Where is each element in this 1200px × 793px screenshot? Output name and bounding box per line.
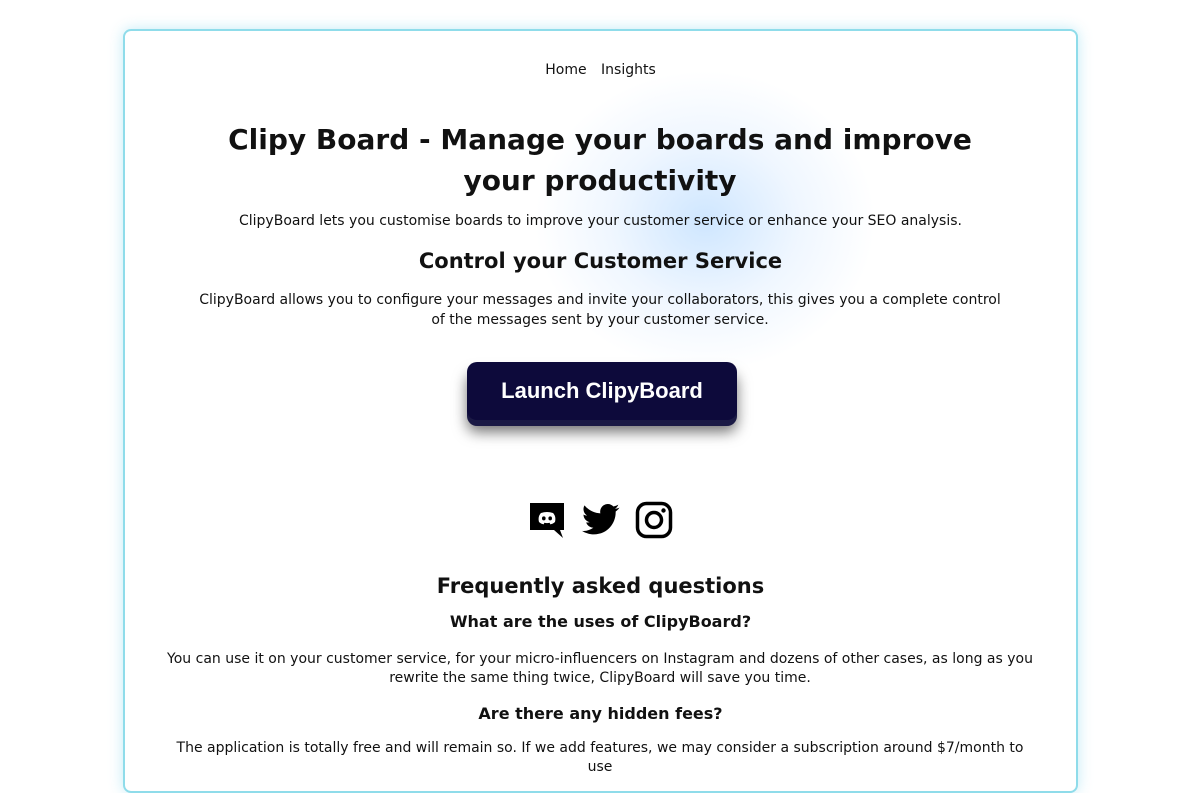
instagram-icon[interactable] [634,500,674,540]
section-text: ClipyBoard allows you to configure your … [199,292,1001,328]
nav-link-home[interactable]: Home [545,62,586,78]
faq-answer: The application is totally free and will… [176,740,1024,775]
social-links [125,500,1076,540]
nav-link-insights[interactable]: Insights [601,62,656,78]
page-card: Home Insights Clipy Board - Manage your … [123,29,1078,793]
section-title: Control your Customer Service [418,249,783,273]
twitter-icon[interactable] [581,500,621,540]
faq-answer: You can use it on your customer service,… [167,651,1033,686]
discord-icon[interactable] [527,500,567,540]
faq-question: Are there any hidden fees? [478,704,723,723]
top-nav: Home Insights [125,62,1076,78]
faq-question: What are the uses of ClipyBoard? [449,612,752,631]
launch-clipyboard-button[interactable]: Launch ClipyBoard [467,362,737,420]
hero-title: Clipy Board - Manage your boards and imp… [228,123,972,197]
faq-title: Frequently asked questions [436,574,765,598]
hero-subtitle: ClipyBoard lets you customise boards to … [238,213,962,229]
